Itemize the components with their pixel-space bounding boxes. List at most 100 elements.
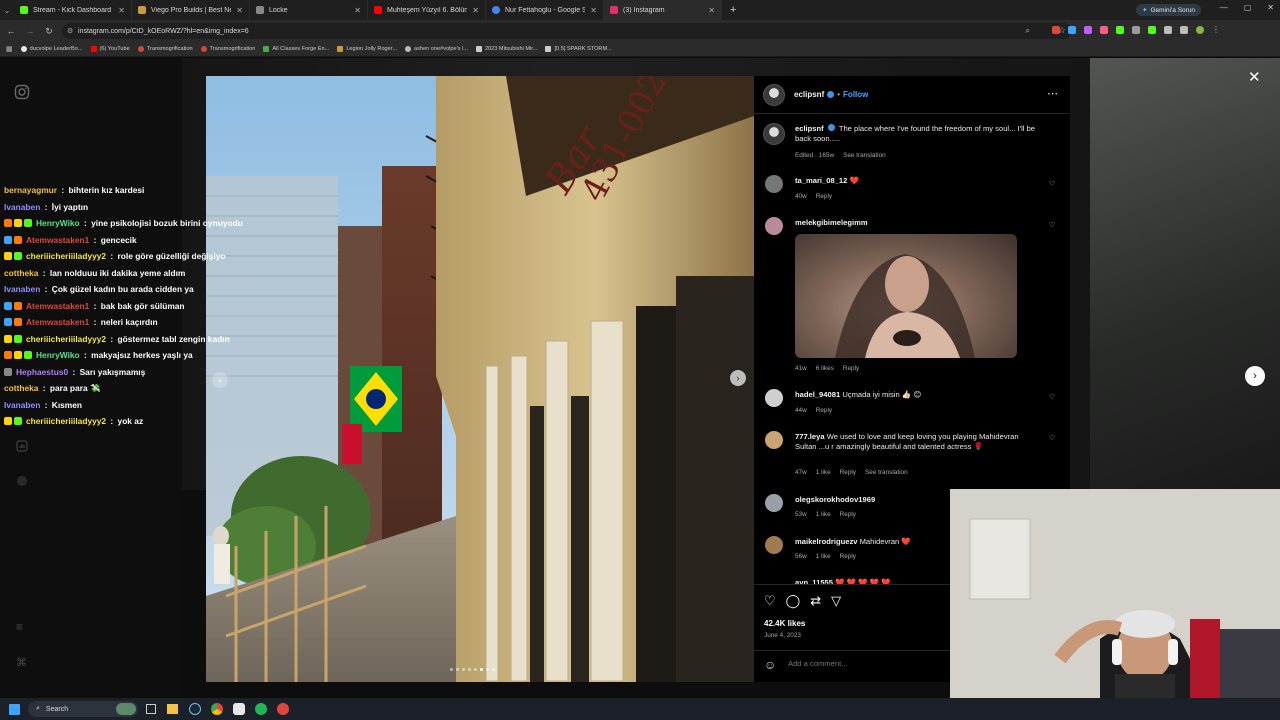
chat-username[interactable]: Ivanaben: [4, 400, 40, 410]
new-tab-button[interactable]: +: [722, 4, 744, 16]
task-view-icon[interactable]: [146, 704, 156, 714]
maximize-icon[interactable]: ▢: [1244, 3, 1252, 12]
tab-search-icon[interactable]: ⌄: [0, 6, 14, 15]
reload-icon[interactable]: ↻: [41, 26, 57, 37]
chat-username[interactable]: Atemwastaken1: [26, 301, 89, 311]
like-comment-icon[interactable]: ♡: [1049, 221, 1055, 229]
close-tab-icon[interactable]: ✕: [236, 6, 243, 15]
chat-username[interactable]: Atemwastaken1: [26, 317, 89, 327]
author-avatar[interactable]: [763, 84, 785, 106]
bookmark-item[interactable]: ducvolpe LeaderBo...: [20, 46, 83, 52]
profile-avatar[interactable]: [1196, 26, 1204, 34]
apps-grid-icon[interactable]: ▦: [6, 45, 13, 53]
commenter-avatar[interactable]: [765, 536, 783, 554]
extension-icon[interactable]: [1100, 26, 1108, 34]
comment-username[interactable]: hadel_94081: [795, 390, 840, 399]
url-field[interactable]: ⚙ instagram.com/p/CtD_kOEoRWZ/?hl=en&img…: [62, 23, 1072, 39]
chat-username[interactable]: HenryWiko: [36, 350, 80, 360]
close-tab-icon[interactable]: ✕: [472, 6, 479, 15]
chat-username[interactable]: cheriiicheriiiladyyy2: [26, 251, 106, 261]
like-comment-icon[interactable]: ♡: [1049, 393, 1055, 401]
threads-icon[interactable]: [17, 476, 27, 486]
close-tab-icon[interactable]: ✕: [708, 6, 715, 15]
app-icon[interactable]: [233, 703, 245, 715]
see-translation-link[interactable]: See translation: [843, 152, 886, 159]
comment-username[interactable]: 777.leya: [795, 432, 825, 441]
extension-icon[interactable]: [1148, 26, 1156, 34]
zoom-icon[interactable]: ⌕: [1026, 26, 1030, 36]
spotify-icon[interactable]: [255, 703, 267, 715]
comment-username[interactable]: maikelrodriguezv: [795, 537, 857, 546]
chat-username[interactable]: Atemwastaken1: [26, 235, 89, 245]
extension-icon[interactable]: [1084, 26, 1092, 34]
comment-likes[interactable]: 6 likes: [816, 365, 834, 372]
bookmark-item[interactable]: All Classes Forge En...: [263, 46, 329, 52]
reply-link[interactable]: Reply: [816, 193, 832, 200]
reply-link[interactable]: Reply: [816, 407, 832, 414]
extension-icon[interactable]: [1052, 26, 1060, 34]
also-from-meta-icon[interactable]: ⌘: [16, 656, 27, 669]
file-explorer-icon[interactable]: [167, 704, 178, 714]
comment-likes[interactable]: 1 like: [816, 553, 831, 560]
chat-username[interactable]: Ivanaben: [4, 284, 40, 294]
chat-username[interactable]: Hephaestus0: [16, 367, 68, 377]
caption-username[interactable]: eclipsnf: [795, 124, 824, 133]
bookmark-item[interactable]: Transmogrification: [200, 46, 255, 52]
comment-likes[interactable]: 1 like: [816, 511, 831, 518]
comment-username[interactable]: olegskorokhodov1969: [795, 495, 875, 504]
follow-button[interactable]: Follow: [843, 90, 868, 99]
reply-link[interactable]: Reply: [843, 365, 859, 372]
widget-icon[interactable]: [116, 703, 136, 715]
sidebar-toggle-icon[interactable]: [1180, 26, 1188, 34]
chat-username[interactable]: cottheka: [4, 268, 38, 278]
extension-icon[interactable]: [1132, 26, 1140, 34]
comment-gif[interactable]: [795, 234, 1017, 358]
commenter-avatar[interactable]: [765, 175, 783, 193]
reply-link[interactable]: Reply: [840, 511, 856, 518]
gemini-button[interactable]: ✦ Gemini'a Sorun: [1136, 4, 1202, 16]
instagram-logo-icon[interactable]: [14, 84, 30, 100]
reply-link[interactable]: Reply: [840, 469, 856, 476]
more-menu-icon[interactable]: ≡: [16, 620, 23, 634]
likes-count[interactable]: 42.4K likes: [764, 619, 805, 628]
steam-icon[interactable]: [189, 703, 201, 715]
author-username[interactable]: eclipsnf: [794, 90, 824, 99]
tab-kick-dashboard[interactable]: Stream - Kick Dashboard ✕: [14, 0, 132, 20]
next-post-button[interactable]: ›: [1245, 366, 1265, 386]
tab-youtube-muhtesem[interactable]: Muhteşem Yüzyıl 6. Bölüm (4K ✕: [368, 0, 486, 20]
minimize-icon[interactable]: —: [1220, 3, 1228, 12]
carousel-next-button[interactable]: ›: [730, 370, 746, 386]
comment-username[interactable]: melekgibimelegimm: [795, 218, 868, 227]
bookmark-item[interactable]: [0.5] SPARK STORM...: [545, 46, 612, 52]
author-avatar[interactable]: [763, 123, 785, 145]
send-icon[interactable]: ▽: [831, 593, 841, 609]
extension-icon[interactable]: [1116, 26, 1124, 34]
chat-username[interactable]: cheriiicheriiiladyyy2: [26, 416, 106, 426]
menu-dots-icon[interactable]: ⋮: [1212, 26, 1220, 34]
extension-icon[interactable]: [1068, 26, 1076, 34]
back-icon[interactable]: ←: [3, 26, 19, 36]
bookmark-item[interactable]: (6) YouTube: [90, 46, 130, 52]
commenter-avatar[interactable]: [765, 431, 783, 449]
comment-username[interactable]: ta_mari_08_12: [795, 176, 847, 185]
app-icon[interactable]: [277, 703, 289, 715]
bookmark-item[interactable]: 2023 Mitsubishi Mir...: [475, 46, 537, 52]
comment-likes[interactable]: 1 like: [816, 469, 831, 476]
emoji-icon[interactable]: ☺: [764, 658, 776, 672]
chat-username[interactable]: Ivanaben: [4, 202, 40, 212]
chat-username[interactable]: bernayagmur: [4, 185, 57, 195]
tab-google-search[interactable]: Nur Fettahoglu - Google Search ✕: [486, 0, 604, 20]
bookmark-item[interactable]: ashen one#volpe's l...: [405, 46, 468, 52]
dashboard-icon[interactable]: [16, 440, 28, 452]
commenter-avatar[interactable]: [765, 389, 783, 407]
tab-viego-builds[interactable]: Viego Pro Builds | Best New Pr ✕: [132, 0, 250, 20]
tab-locke[interactable]: Locke ✕: [250, 0, 368, 20]
commenter-avatar[interactable]: [765, 217, 783, 235]
windows-start-icon[interactable]: [9, 704, 20, 715]
bookmark-item[interactable]: Transmogrification: [137, 46, 193, 52]
forward-icon[interactable]: →: [22, 26, 38, 36]
close-tab-icon[interactable]: ✕: [590, 6, 597, 15]
site-info-icon[interactable]: ⚙: [67, 27, 73, 35]
chrome-icon[interactable]: [211, 703, 223, 715]
bookmark-item[interactable]: Legion Jolly Roger...: [337, 46, 397, 52]
